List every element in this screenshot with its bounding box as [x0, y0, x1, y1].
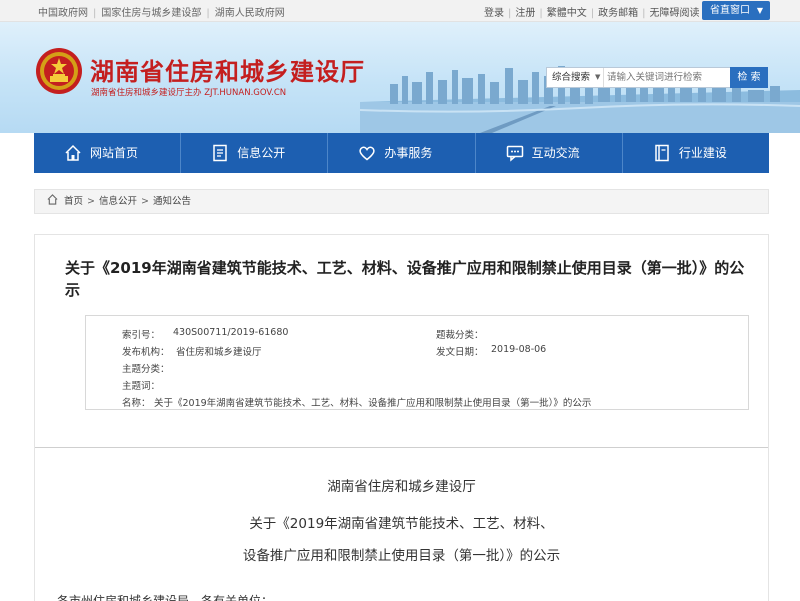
meta-name-label: 名称：: [122, 398, 151, 409]
search-box: 综合搜索 ▼ 检 索: [546, 67, 768, 88]
window-button-label: 省直窗口: [710, 5, 750, 16]
meta-date-label: 发文日期：: [436, 347, 484, 358]
search-button[interactable]: 检 索: [730, 67, 768, 88]
breadcrumb-arrow-icon: >: [141, 196, 149, 207]
link-mohurd[interactable]: 国家住房与城乡建设部: [101, 8, 201, 19]
meta-index-value: 430S00711/2019-61680: [173, 327, 289, 338]
meta-publisher-label: 发布机构：: [122, 347, 170, 358]
nav-label-home: 网站首页: [90, 146, 139, 160]
register-link[interactable]: 注册: [515, 8, 535, 19]
nav-item-industry[interactable]: 行业建设: [623, 133, 769, 173]
accessibility-link[interactable]: 无障碍阅读: [650, 8, 700, 19]
breadcrumb-info[interactable]: 信息公开: [99, 196, 137, 207]
nav-label-service: 办事服务: [384, 146, 433, 160]
search-scope-label: 综合搜索: [552, 72, 591, 83]
external-links: 中国政府网 | 国家住房与城乡建设部 | 湖南人民政府网: [38, 8, 285, 19]
meta-index-label: 索引号：: [122, 330, 161, 341]
nav-label-info: 信息公开: [237, 146, 286, 160]
article-panel: 关于《2019年湖南省建筑节能技术、工艺、材料、设备推广应用和限制禁止使用目录（…: [34, 234, 769, 601]
home-icon: [65, 144, 81, 161]
body-title-line-2: 设备推广应用和限制禁止使用目录（第一批）》的公示: [242, 548, 561, 564]
content-divider: [35, 447, 768, 448]
body-org-name: 湖南省住房和城乡建设厅: [327, 479, 476, 495]
meta-name-value: 关于《2019年湖南省建筑节能技术、工艺、材料、设备推广应用和限制禁止使用目录（…: [154, 398, 592, 409]
link-gov-cn[interactable]: 中国政府网: [38, 8, 88, 19]
site-subtitle: 湖南省住房和城乡建设厅主办 ZJT.HUNAN.GOV.CN: [91, 88, 287, 98]
meta-keyword-label: 主题词：: [122, 381, 161, 392]
nav-item-service[interactable]: 办事服务: [328, 133, 476, 173]
top-bar: 中国政府网 | 国家住房与城乡建设部 | 湖南人民政府网 登录 | 注册 | 繁體中文 | 政务邮箱…: [0, 0, 800, 22]
nav-item-info[interactable]: 信息公开: [181, 133, 329, 173]
search-scope-select[interactable]: 综合搜索 ▼: [547, 68, 604, 87]
chevron-down-icon: ▼: [756, 6, 763, 15]
main-nav: 网站首页 信息公开 办事服务 互动交流 行业建设: [34, 133, 769, 173]
body-greeting: 各市州住房和城乡建设局、各有关单位：: [57, 594, 274, 601]
gov-mail-link[interactable]: 政务邮箱: [598, 8, 638, 19]
header-banner: 湖南省住房和城乡建设厅 湖南省住房和城乡建设厅主办 ZJT.HUNAN.GOV.…: [0, 22, 800, 133]
breadcrumb: 首页 > 信息公开 > 通知公告: [34, 189, 769, 214]
heart-service-icon: [359, 146, 376, 161]
nav-label-interaction: 互动交流: [531, 146, 580, 160]
login-link[interactable]: 登录: [484, 8, 504, 19]
meta-category-label: 题裁分类：: [436, 330, 484, 341]
user-links: 登录 | 注册 | 繁體中文 | 政务邮箱 | 无障碍阅读: [484, 8, 700, 19]
nav-item-interaction[interactable]: 互动交流: [476, 133, 623, 173]
document-icon: [213, 144, 227, 162]
breadcrumb-home[interactable]: 首页: [64, 196, 83, 207]
article-title: 关于《2019年湖南省建筑节能技术、工艺、材料、设备推广应用和限制禁止使用目录（…: [65, 259, 745, 299]
national-emblem-icon: [36, 48, 82, 94]
caret-down-icon: ▼: [595, 73, 601, 81]
nav-item-home[interactable]: 网站首页: [34, 133, 182, 173]
meta-topic-label: 主题分类：: [122, 364, 170, 375]
breadcrumb-notice[interactable]: 通知公告: [153, 196, 191, 207]
book-icon: [655, 144, 669, 162]
meta-publisher-value: 省住房和城乡建设厅: [176, 347, 262, 358]
link-hunan-gov[interactable]: 湖南人民政府网: [215, 8, 285, 19]
breadcrumb-arrow-icon: >: [87, 196, 95, 207]
home-icon: [47, 194, 58, 205]
provincial-window-button[interactable]: 省直窗口 ▼: [702, 1, 770, 20]
meta-date-value: 2019-08-06: [491, 344, 547, 355]
chat-icon: [506, 145, 523, 162]
site-title: 湖南省住房和城乡建设厅: [90, 58, 365, 86]
traditional-chinese-link[interactable]: 繁體中文: [547, 8, 587, 19]
search-input[interactable]: [607, 70, 725, 85]
article-meta-box: 索引号： 430S00711/2019-61680 题裁分类： 发布机构： 省住…: [85, 315, 749, 410]
nav-label-industry: 行业建设: [678, 146, 727, 160]
body-title-line-1: 关于《2019年湖南省建筑节能技术、工艺、材料、: [249, 516, 554, 532]
